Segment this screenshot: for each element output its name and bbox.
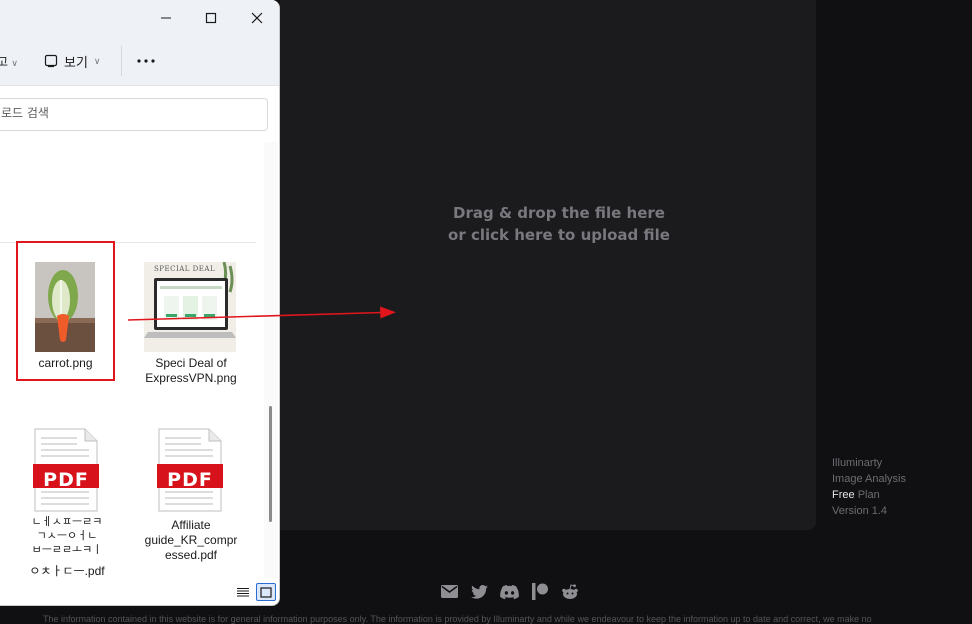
file-name-line3: essed.pdf — [164, 548, 218, 562]
app-product: Image Analysis — [832, 473, 906, 485]
details-view-icon[interactable] — [233, 583, 253, 601]
file-name-line3: ㅂㅡㄹㄹㅗㅋㅣ — [31, 544, 103, 556]
chevron-down-icon: ∨ — [93, 55, 101, 66]
close-button[interactable] — [242, 6, 272, 30]
social-links — [440, 582, 579, 601]
pdf-badge: PDF — [167, 469, 213, 491]
file-explorer-window: 고 ∨ 보기 ∨ carrot.png — [0, 0, 280, 606]
clipped-toolbar-label: 고 — [0, 55, 8, 69]
dropzone-line2: or click here to upload file — [448, 226, 670, 244]
search-input[interactable] — [1, 106, 251, 120]
view-mode-switcher — [233, 583, 276, 601]
patreon-icon[interactable] — [530, 582, 549, 601]
selection-highlight — [16, 241, 115, 381]
search-row — [0, 86, 279, 142]
search-box[interactable] — [0, 98, 268, 131]
minimize-button[interactable] — [151, 6, 181, 30]
file-name-line1: ㄴㅔㅅㅍㅡㄹㅋ — [31, 516, 103, 528]
file-name-line1: Affiliate — [171, 518, 211, 532]
file-name-line4: ㅇㅊㅏㄷㅡ.pdf — [29, 564, 105, 578]
more-icon — [137, 59, 155, 63]
command-bar: 고 ∨ 보기 ∨ — [0, 36, 279, 86]
scrollbar-thumb[interactable] — [269, 406, 272, 522]
file-name-line2: ExpressVPN.png — [145, 371, 237, 385]
view-button[interactable]: 보기 ∨ — [44, 51, 101, 71]
app-plan: Free Plan — [832, 487, 906, 503]
dropzone-line1: Drag & drop the file here — [453, 204, 665, 222]
large-icons-view-icon[interactable] — [256, 583, 276, 601]
pdf-badge: PDF — [43, 469, 89, 491]
upload-dropzone[interactable]: Drag & drop the file here or click here … — [280, 0, 816, 530]
dropzone-text: Drag & drop the file here or click here … — [330, 202, 788, 246]
vertical-scrollbar[interactable] — [264, 142, 278, 578]
chevron-down-icon: ∨ — [11, 58, 18, 68]
app-name: Illuminarty — [832, 457, 883, 469]
screen: Drag & drop the file here or click here … — [0, 0, 972, 624]
maximize-button[interactable] — [196, 6, 226, 30]
title-bar — [0, 0, 279, 36]
reddit-icon[interactable] — [560, 582, 579, 601]
vpn-thumb-title: SPECIAL DEAL — [154, 265, 216, 273]
file-name-line1: Speci Deal of — [155, 356, 227, 370]
file-name-line2: guide_KR_compr — [144, 533, 238, 547]
discord-icon[interactable] — [500, 582, 519, 601]
email-icon[interactable] — [440, 582, 459, 601]
app-version: Version 1.4 — [832, 505, 888, 517]
file-name-line2: ㄱㅅㅡㅇㅓㄴ — [36, 530, 98, 542]
view-label: 보기 — [64, 54, 88, 70]
plan-tier: Free — [832, 489, 855, 501]
plan-word: Plan — [857, 489, 880, 501]
clipped-toolbar-button[interactable]: 고 ∨ — [0, 53, 18, 70]
disclaimer: The information contained in this websit… — [43, 614, 872, 624]
app-info: Illuminarty Image Analysis Free Plan Ver… — [832, 455, 906, 519]
view-icon — [44, 54, 58, 68]
twitter-icon[interactable] — [470, 582, 489, 601]
more-options-button[interactable] — [134, 49, 158, 73]
toolbar-divider — [121, 46, 122, 76]
expressvpn-thumbnail — [144, 262, 236, 352]
